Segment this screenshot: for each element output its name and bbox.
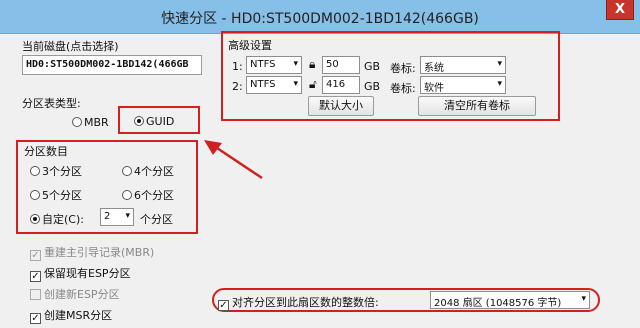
- row2-size-field[interactable]: 416: [322, 76, 360, 94]
- partition-count-label: 分区数目: [24, 145, 68, 158]
- alignment-select[interactable]: 2048 扇区 (1048576 字节) ▾: [430, 291, 590, 309]
- checkbox-create-msr-icon: ✓: [30, 313, 41, 324]
- checkbox-rebuild-mbr-label: 重建主引导记录(MBR): [44, 246, 155, 259]
- radio-3-partitions-label: 3个分区: [42, 165, 82, 178]
- checkbox-keep-esp-icon: ✓: [30, 271, 41, 282]
- radio-6-partitions-icon: [122, 190, 132, 200]
- row2-filesystem-select[interactable]: NTFS ▾: [246, 76, 302, 94]
- checkbox-keep-esp[interactable]: ✓ 保留现有ESP分区: [30, 265, 131, 282]
- advanced-settings-title: 高级设置: [228, 39, 272, 52]
- default-size-button[interactable]: 默认大小: [308, 96, 374, 116]
- radio-3-partitions[interactable]: 3个分区: [30, 163, 82, 179]
- row2-index: 2:: [232, 80, 243, 93]
- radio-custom[interactable]: 自定(C):: [30, 211, 84, 227]
- radio-4-partitions-icon: [122, 166, 132, 176]
- row1-size-field[interactable]: 50: [322, 56, 360, 74]
- custom-count-select[interactable]: 2 ▾: [100, 208, 134, 226]
- custom-count-value: 2: [104, 211, 111, 222]
- chevron-down-icon: ▾: [293, 79, 298, 89]
- row2-volume-value: 软件: [424, 83, 444, 94]
- row2-volume-label: 卷标:: [390, 82, 416, 95]
- radio-5-partitions[interactable]: 5个分区: [30, 187, 82, 203]
- row1-size-unit: GB: [364, 60, 381, 73]
- chevron-down-icon: ▾: [125, 211, 130, 221]
- row2-filesystem-value: NTFS: [250, 79, 276, 90]
- clear-all-labels-button[interactable]: 清空所有卷标: [418, 96, 536, 116]
- radio-5-partitions-label: 5个分区: [42, 189, 82, 202]
- chevron-down-icon: ▾: [581, 294, 586, 304]
- radio-6-partitions[interactable]: 6个分区: [122, 187, 174, 203]
- row2-volume-select[interactable]: 软件 ▾: [420, 76, 506, 94]
- checkbox-rebuild-mbr[interactable]: ✓ 重建主引导记录(MBR): [30, 244, 154, 261]
- row2-size-unit: GB: [364, 80, 381, 93]
- checkbox-create-esp-icon: [30, 289, 41, 300]
- radio-4-partitions-label: 4个分区: [134, 165, 174, 178]
- lock-icon: 🔒︎: [309, 57, 316, 71]
- radio-5-partitions-icon: [30, 190, 40, 200]
- row1-index: 1:: [232, 60, 243, 73]
- radio-3-partitions-icon: [30, 166, 40, 176]
- checkbox-align-label: 对齐分区到此扇区数的整数倍:: [232, 296, 379, 309]
- chevron-down-icon: ▾: [497, 59, 502, 69]
- checkbox-create-esp[interactable]: 创建新ESP分区: [30, 286, 120, 302]
- unlock-icon: 🔓︎: [309, 77, 317, 91]
- row1-volume-select[interactable]: 系统 ▾: [420, 56, 506, 74]
- checkbox-create-esp-label: 创建新ESP分区: [44, 288, 120, 301]
- custom-count-suffix: 个分区: [140, 213, 173, 226]
- row1-volume-label: 卷标:: [390, 62, 416, 75]
- chevron-down-icon: ▾: [497, 79, 502, 89]
- alignment-value: 2048 扇区 (1048576 字节): [434, 298, 562, 309]
- checkbox-keep-esp-label: 保留现有ESP分区: [44, 267, 131, 280]
- radio-4-partitions[interactable]: 4个分区: [122, 163, 174, 179]
- checkbox-align[interactable]: ✓ 对齐分区到此扇区数的整数倍:: [218, 294, 379, 311]
- checkbox-create-msr[interactable]: ✓ 创建MSR分区: [30, 307, 112, 324]
- radio-custom-label: 自定(C):: [42, 213, 84, 226]
- radio-custom-icon: [30, 214, 40, 224]
- chevron-down-icon: ▾: [293, 59, 298, 69]
- row1-volume-value: 系统: [424, 63, 444, 74]
- row1-filesystem-select[interactable]: NTFS ▾: [246, 56, 302, 74]
- radio-6-partitions-label: 6个分区: [134, 189, 174, 202]
- checkbox-rebuild-mbr-icon: ✓: [30, 250, 41, 261]
- checkbox-create-msr-label: 创建MSR分区: [44, 309, 113, 322]
- checkbox-align-icon: ✓: [218, 300, 229, 311]
- row1-filesystem-value: NTFS: [250, 59, 276, 70]
